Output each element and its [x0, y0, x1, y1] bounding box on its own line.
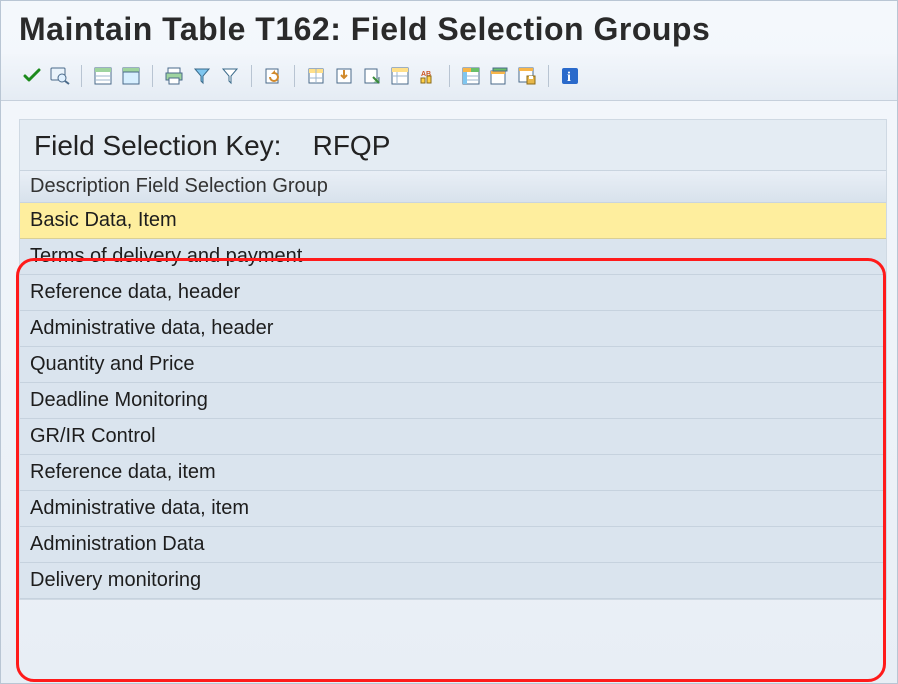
app-window: Maintain Table T162: Field Selection Gro… — [0, 0, 898, 684]
toolbar-separator — [548, 65, 549, 87]
abc-sort-icon[interactable] — [387, 64, 413, 88]
details-icon[interactable] — [47, 64, 73, 88]
field-selection-key-value: RFQP — [313, 130, 391, 161]
print-icon[interactable] — [161, 64, 187, 88]
toolbar-separator — [152, 65, 153, 87]
content-pane: Field Selection Key: RFQP Description Fi… — [19, 119, 887, 600]
table-row[interactable]: Reference data, item — [20, 455, 886, 491]
export-word-icon[interactable] — [331, 64, 357, 88]
export-xls-icon[interactable] — [303, 64, 329, 88]
table-row[interactable]: Quantity and Price — [20, 347, 886, 383]
toolbar-separator — [449, 65, 450, 87]
field-selection-key-label: Field Selection Key: — [34, 130, 281, 161]
filter-icon[interactable] — [217, 64, 243, 88]
toolbar: AB i — [1, 54, 897, 101]
column-header: Description Field Selection Group — [20, 170, 886, 203]
layout-select-icon[interactable] — [486, 64, 512, 88]
selection-group-grid: Basic Data, ItemTerms of delivery and pa… — [20, 203, 886, 599]
table-row[interactable]: Administration Data — [20, 527, 886, 563]
toolbar-separator — [251, 65, 252, 87]
table-row[interactable]: Administrative data, item — [20, 491, 886, 527]
table-row[interactable]: Terms of delivery and payment — [20, 239, 886, 275]
table-row[interactable]: Delivery monitoring — [20, 563, 886, 599]
page-title: Maintain Table T162: Field Selection Gro… — [19, 11, 879, 48]
graphic-icon[interactable]: AB — [415, 64, 441, 88]
info-icon[interactable]: i — [557, 64, 583, 88]
checkmark-icon[interactable] — [19, 64, 45, 88]
table-all-icon[interactable] — [118, 64, 144, 88]
field-selection-key-header: Field Selection Key: RFQP — [20, 120, 886, 170]
filter-down-icon[interactable] — [189, 64, 215, 88]
layout-change-icon[interactable] — [458, 64, 484, 88]
toolbar-separator — [294, 65, 295, 87]
table-select-icon[interactable] — [90, 64, 116, 88]
table-row[interactable]: Administrative data, header — [20, 311, 886, 347]
titlebar: Maintain Table T162: Field Selection Gro… — [1, 1, 897, 54]
toolbar-separator — [81, 65, 82, 87]
table-row[interactable]: Deadline Monitoring — [20, 383, 886, 419]
refresh-icon[interactable] — [260, 64, 286, 88]
export-local-icon[interactable] — [359, 64, 385, 88]
table-row[interactable]: Basic Data, Item — [20, 203, 886, 239]
svg-text:i: i — [567, 70, 571, 85]
table-row[interactable]: GR/IR Control — [20, 419, 886, 455]
table-row[interactable]: Reference data, header — [20, 275, 886, 311]
layout-save-icon[interactable] — [514, 64, 540, 88]
